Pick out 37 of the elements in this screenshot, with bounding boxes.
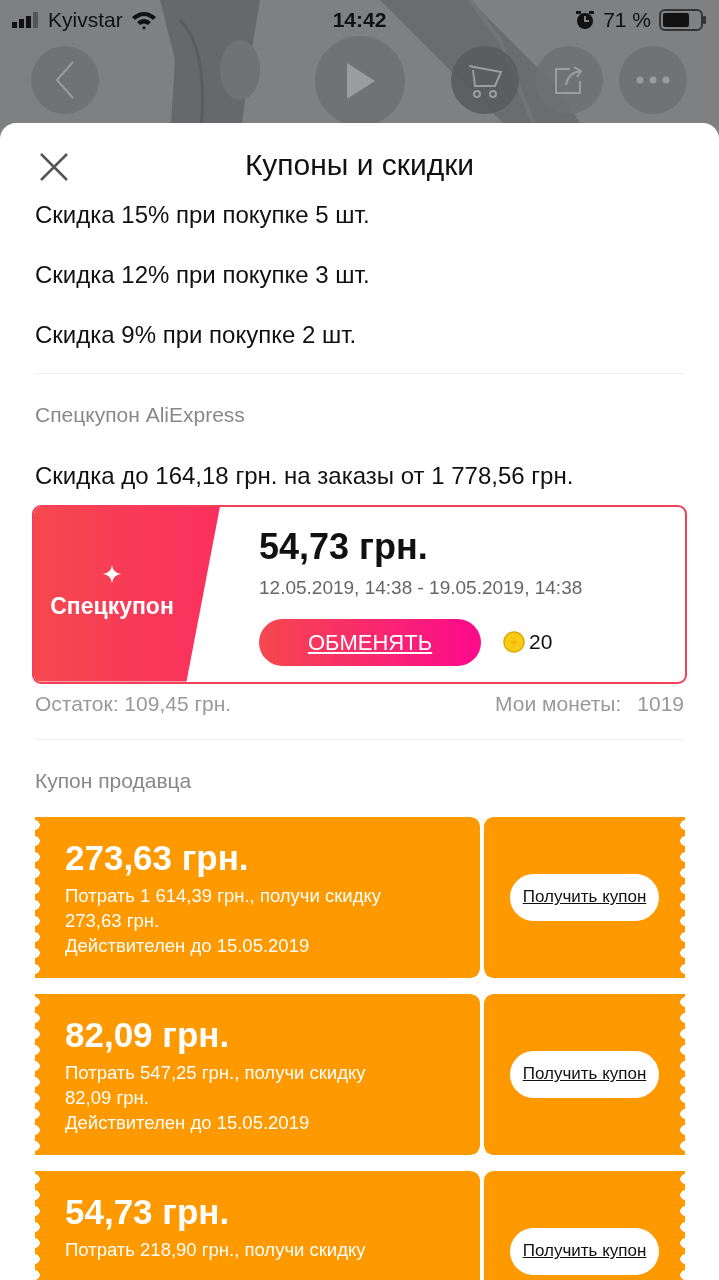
coupon-label: Спецкупон	[50, 591, 175, 621]
coin-icon	[503, 631, 525, 654]
wifi-icon	[130, 10, 157, 30]
clock-time: 14:42	[332, 7, 387, 34]
get-coupon-button[interactable]: Получить купон	[509, 1227, 660, 1275]
coupon-condition: Потрать 547,25 грн., получи скидку 82,09 грн.	[65, 1060, 367, 1110]
sparkle-icon	[103, 564, 121, 583]
coupon-period: 12.05.2019, 14:38 - 19.05.2019, 14:38	[259, 576, 583, 601]
coupon-amount: 82,09 грн.	[65, 1013, 231, 1056]
coupon-amount: 54,73 грн.	[65, 1190, 231, 1233]
exchange-button[interactable]: ОБМЕНЯТЬ	[259, 618, 481, 666]
more-icon	[636, 76, 670, 84]
coins-value: 1019	[637, 690, 684, 717]
alarm-icon	[575, 10, 596, 30]
coupon-description: Скидка до 164,18 грн. на заказы от 1 778,56 грн.	[35, 460, 575, 491]
carrier-name: Kyivstar	[48, 7, 123, 34]
battery-icon	[659, 9, 707, 31]
section-heading: Купон продавца	[35, 768, 193, 794]
coupon-validity: Действителен до 15.05.2019	[65, 1110, 311, 1135]
get-coupon-button[interactable]: Получить купон	[509, 1050, 660, 1098]
discount-text: Скидка 15% при покупке 5 шт.	[35, 200, 371, 230]
coupon-condition: Потрать 1 614,39 грн., получи скидку 273,63 грн.	[65, 883, 382, 933]
coupon-condition: Потрать 218,90 грн., получи скидку	[65, 1237, 367, 1262]
coupon-amount: 273,63 грн.	[65, 836, 250, 879]
coupon-amount: 54,73 грн.	[259, 526, 429, 567]
signal-icon	[12, 12, 40, 28]
sheet-title: Купоны и скидки	[244, 146, 475, 183]
battery-percent: 71 %	[603, 7, 651, 34]
coin-cost: 20	[529, 629, 553, 656]
discount-text: Скидка 9% при покупке 2 шт.	[35, 320, 358, 350]
get-coupon-button[interactable]: Получить купон	[509, 873, 660, 921]
coupon-validity: Действителен до 15.05.2019	[65, 933, 311, 958]
back-icon	[53, 60, 77, 100]
section-heading: Спецкупон AliExpress	[35, 402, 246, 428]
discount-text: Скидка 12% при покупке 3 шт.	[35, 260, 371, 290]
coins-label: Мои монеты:	[495, 690, 622, 717]
remaining-balance: Остаток: 109,45 грн.	[35, 690, 232, 717]
